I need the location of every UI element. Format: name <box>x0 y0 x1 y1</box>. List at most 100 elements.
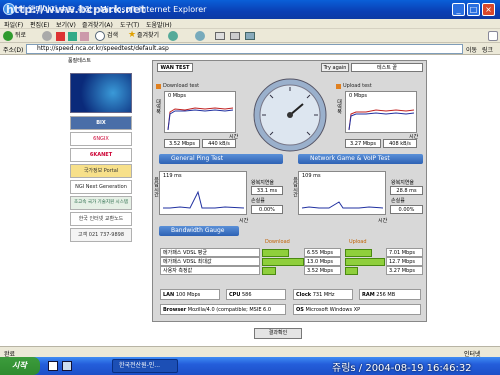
speedtest-panel: WAN TEST Try again 테스트 끝 Download test 0… <box>152 60 427 322</box>
sidebar-item-support[interactable]: 초고속 국가 기술지원 시스템 <box>70 196 132 210</box>
result-button[interactable]: 결과확인 <box>254 328 302 339</box>
favorites-icon[interactable]: ★ <box>128 31 136 41</box>
menu-edit[interactable]: 편집(E) <box>30 20 50 29</box>
menu-view[interactable]: 보기(V) <box>56 20 76 29</box>
ram-label: RAM <box>362 292 375 298</box>
sidebar-title: 품질테스트 <box>68 58 92 64</box>
sidebar-item-kinx[interactable]: 한국 인터넷 교환노드 <box>70 212 132 226</box>
gauge-download-label: Download <box>265 239 290 245</box>
maximize-button[interactable]: □ <box>467 3 480 16</box>
mail-icon[interactable] <box>215 32 225 40</box>
lan-info: LAN 100 Mbps <box>160 289 220 300</box>
sidebar-item-contact[interactable]: 고객 021 737-9898 <box>70 228 132 242</box>
menu-tools[interactable]: 도구(T) <box>120 20 139 29</box>
voip-time-label: 시간 <box>378 218 388 224</box>
windows-flag-icon <box>488 31 498 41</box>
sidebar-item-6kanet[interactable]: 6KANET <box>70 148 132 162</box>
upload-marker-icon <box>336 84 341 89</box>
lan-value: 100 Mbps <box>175 292 201 298</box>
download-marker-icon <box>156 84 161 89</box>
refresh-icon[interactable] <box>68 32 77 41</box>
minimize-button[interactable]: _ <box>452 3 465 16</box>
back-icon[interactable] <box>3 31 13 41</box>
history-icon[interactable] <box>195 31 205 41</box>
voip-avg-label: 왕복지연율 <box>391 180 415 186</box>
gauge-upload-bar <box>345 248 372 257</box>
voip-test-header: Network Game & VoIP Test <box>298 154 423 164</box>
upload-mbps: 3.27 Mbps <box>345 139 381 148</box>
address-bar: 주소(D) http://speed.nca.or.kr/speedtest/d… <box>0 43 500 55</box>
quick-launch-icon[interactable] <box>48 361 58 371</box>
favorites-button[interactable]: 즐겨찾기 <box>137 31 159 41</box>
toolbar: 뒤로 검색 ★ 즐겨찾기 <box>0 29 500 43</box>
os-value: Microsoft Windows XP <box>305 307 361 313</box>
taskbar-item[interactable]: 한국전산원-인... <box>112 359 178 373</box>
try-again-button[interactable]: Try again <box>321 63 349 72</box>
ping-avg-label: 왕복지연율 <box>251 180 275 186</box>
edit-icon[interactable] <box>245 32 255 40</box>
taskbar: 시작 한국전산원-인... 쥬링s / 2004-08-19 16:46:32 <box>0 357 500 375</box>
cpu-value: 586 <box>242 292 252 298</box>
gauge-upload-value: 12.7 Mbps <box>386 257 423 266</box>
ping-graph: 119 ms <box>159 171 247 215</box>
globe-banner[interactable] <box>70 73 132 113</box>
quick-launch-ie-icon[interactable] <box>62 361 72 371</box>
search-icon[interactable] <box>95 31 105 41</box>
sidebar-item-bix[interactable]: BIX <box>70 116 132 130</box>
ping-curve <box>163 190 245 209</box>
search-button[interactable]: 검색 <box>107 31 118 41</box>
taskbar-clock: 쥬링s / 2004-08-19 16:46:32 <box>332 363 472 374</box>
ram-info: RAM 256 MB <box>359 289 421 300</box>
voip-avg-value: 28.8 ms <box>390 186 423 195</box>
menu-help[interactable]: 도움말(H) <box>146 20 172 29</box>
gauge-download-value: 13.0 Mbps <box>304 257 341 266</box>
start-button[interactable]: 시작 <box>0 357 40 375</box>
gauge-upload-label: Upload <box>349 239 367 245</box>
gauge-download-bar <box>262 248 289 257</box>
sidebar-item-portal[interactable]: 국가정보 Portal <box>70 164 132 178</box>
gauge-download-value: 6.55 Mbps <box>304 248 341 257</box>
browser-label: Browser <box>163 307 187 313</box>
ping-time-label: 시간 <box>239 218 249 224</box>
voip-graph: 109 ms <box>298 171 386 215</box>
download-curve <box>167 107 234 131</box>
close-button[interactable]: × <box>482 3 495 16</box>
download-mbps: 3.52 Mbps <box>164 139 200 148</box>
tab-wan-test[interactable]: WAN TEST <box>157 63 193 72</box>
ping-test-header: General Ping Test <box>159 154 283 164</box>
gauge-download-value: 3.52 Mbps <box>304 266 341 275</box>
sidebar-item-ngi[interactable]: NGI Next Generation <box>70 180 132 194</box>
voip-curve <box>301 201 384 209</box>
sidebar-item-6ngix[interactable]: 6NGIX <box>70 132 132 146</box>
sidebar: 품질테스트 BIX 6NGIX 6KANET 국가정보 Portal NGI N… <box>68 55 134 255</box>
back-button[interactable]: 뒤로 <box>15 31 26 41</box>
bandwidth-gauge-header: Bandwidth Gauge <box>159 226 239 236</box>
stop-icon[interactable] <box>56 32 65 41</box>
gauge-upload-value: 3.27 Mbps <box>386 266 423 275</box>
status-bar: 완료 인터넷 <box>0 346 500 358</box>
gauge-upload-bar <box>345 257 385 266</box>
ping-loss-label: 손실률 <box>251 198 265 204</box>
menu-file[interactable]: 파일(F) <box>4 20 23 29</box>
upload-graph: 0 Mbps <box>345 91 417 133</box>
print-icon[interactable] <box>230 32 240 40</box>
clock-value: 731 MHz <box>312 292 335 298</box>
media-icon[interactable] <box>168 31 178 41</box>
voip-loss-label: 손실률 <box>391 198 405 204</box>
menu-favorites[interactable]: 즐겨찾기(A) <box>82 20 113 29</box>
forward-icon[interactable] <box>42 31 52 41</box>
upload-yaxis: 대역폭 <box>336 99 342 114</box>
download-yaxis: 대역폭 <box>155 99 161 114</box>
go-button[interactable]: 이동 <box>466 45 477 54</box>
voip-loss-value: 0.00% <box>390 205 423 214</box>
upload-kbs: 408 kB/s <box>383 139 417 148</box>
upload-title: Upload test <box>343 83 372 89</box>
ram-value: 256 MB <box>376 292 396 298</box>
cpu-info: CPU 586 <box>226 289 286 300</box>
home-icon[interactable] <box>80 32 89 41</box>
os-label: OS <box>296 307 304 313</box>
voip-yaxis: 응답시간 <box>292 177 298 197</box>
address-input[interactable]: http://speed.nca.or.kr/speedtest/default… <box>26 44 463 54</box>
browser-value: Mozilla/4.0 (compatible; MSIE 6.0 <box>187 307 272 313</box>
links-button[interactable]: 링크 <box>482 45 493 54</box>
